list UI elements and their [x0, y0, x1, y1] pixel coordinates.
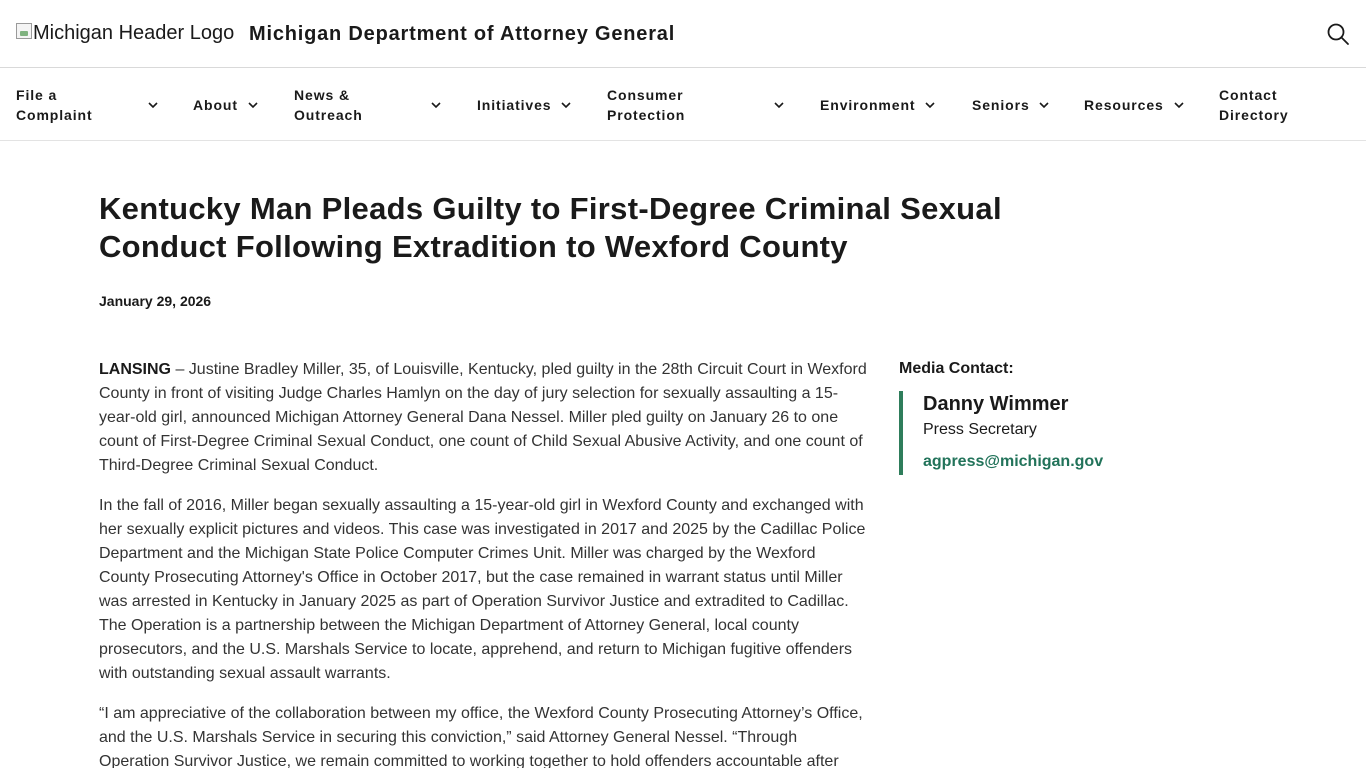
nav-item-label: News & Outreach	[294, 87, 363, 123]
media-contact-card: Danny Wimmer Press Secretary agpress@mic…	[899, 391, 1103, 475]
chevron-down-icon	[925, 102, 935, 109]
paragraph-text: – Justine Bradley Miller, 35, of Louisvi…	[99, 361, 867, 474]
contact-role: Press Secretary	[923, 421, 1037, 438]
site-header: Michigan Header Logo Michigan Department…	[0, 0, 1366, 68]
chevron-down-icon	[1039, 102, 1049, 109]
nav-item-contact-directory[interactable]: Contact Directory	[1219, 69, 1309, 141]
chevron-down-icon	[248, 102, 258, 109]
paragraph: LANSING – Justine Bradley Miller, 35, of…	[99, 358, 869, 478]
contact-email-link[interactable]: agpress@michigan.gov	[923, 450, 1103, 474]
chevron-down-icon	[431, 102, 441, 109]
media-contact-label: Media Contact:	[899, 360, 1014, 377]
dateline: LANSING	[99, 361, 171, 378]
nav-item-news-outreach[interactable]: News & Outreach	[294, 69, 446, 141]
nav-item-label: Consumer Protection	[607, 87, 686, 123]
nav-item-about[interactable]: About	[193, 69, 263, 141]
chevron-down-icon	[561, 102, 571, 109]
search-button[interactable]	[1326, 22, 1350, 46]
logo-alt-text: Michigan Header Logo	[33, 22, 235, 44]
search-icon	[1327, 23, 1349, 45]
nav-item-label: File a Complaint	[16, 87, 93, 123]
paragraph: In the fall of 2016, Miller began sexual…	[99, 497, 866, 682]
michigan-header-logo[interactable]: Michigan Header Logo	[16, 22, 234, 46]
chevron-down-icon	[148, 102, 158, 109]
site-title[interactable]: Michigan Department of Attorney General	[249, 23, 675, 46]
nav-item-resources[interactable]: Resources	[1084, 69, 1190, 141]
main-nav: File a Complaint About News & Outreach I…	[0, 69, 1366, 141]
nav-item-label: Resources	[1084, 97, 1164, 113]
nav-item-label: Seniors	[972, 97, 1030, 113]
chevron-down-icon	[774, 102, 784, 109]
nav-item-consumer-protection[interactable]: Consumer Protection	[607, 69, 791, 141]
nav-item-label: Environment	[820, 97, 916, 113]
nav-item-label: Contact Directory	[1219, 87, 1289, 123]
nav-item-initiatives[interactable]: Initiatives	[477, 69, 577, 141]
nav-item-file-a-complaint[interactable]: File a Complaint	[16, 69, 166, 141]
publish-date: January 29, 2026	[99, 293, 212, 309]
article-body: LANSING – Justine Bradley Miller, 35, of…	[99, 358, 869, 768]
nav-item-label: About	[193, 97, 238, 113]
chevron-down-icon	[1174, 102, 1184, 109]
broken-image-icon	[16, 23, 32, 39]
contact-name: Danny Wimmer	[923, 393, 1069, 415]
nav-item-label: Initiatives	[477, 97, 552, 113]
paragraph: “I am appreciative of the collaboration …	[99, 705, 863, 768]
nav-item-seniors[interactable]: Seniors	[972, 69, 1056, 141]
page-title: Kentucky Man Pleads Guilty to First-Degr…	[99, 191, 1002, 264]
nav-item-environment[interactable]: Environment	[820, 69, 942, 141]
